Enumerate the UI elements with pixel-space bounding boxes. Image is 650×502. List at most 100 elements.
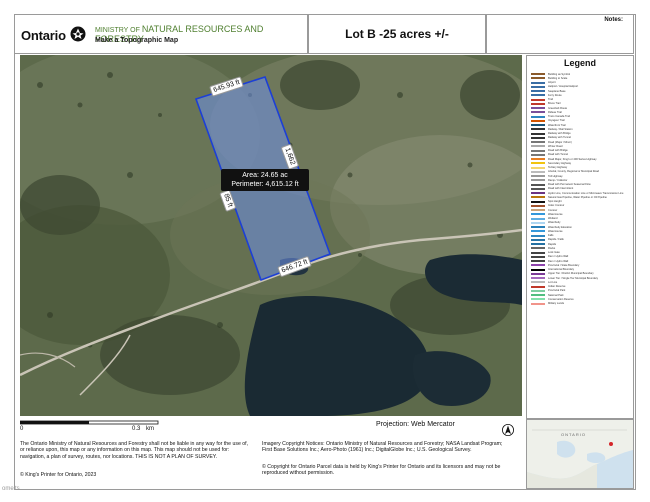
legend-item-label: Road with Intermittent — [548, 187, 574, 191]
legend-panel: Legend Building as Symbol Building to Sca… — [526, 55, 634, 419]
north-arrow-icon — [502, 424, 514, 436]
legend-symbol-icon — [531, 158, 545, 161]
legend-item-label: Lock Gate — [548, 251, 560, 255]
legend-symbol-icon — [531, 226, 545, 229]
legend-item-label: Watercourse — [548, 229, 563, 233]
legend-symbol-icon — [531, 73, 545, 76]
legend-item-label: International Boundary — [548, 268, 575, 272]
legend-symbol-icon — [531, 217, 545, 220]
legend-symbol-icon — [531, 285, 545, 288]
legend-item-label: Falls — [548, 234, 554, 238]
legend-item-label: Road with Permanent Seasonal Flow — [548, 183, 591, 187]
legend-item-label: Trail — [548, 98, 553, 102]
legend-symbol-icon — [531, 175, 545, 178]
legend-symbol-icon — [531, 268, 545, 271]
map-title-box: Lot B -25 acres +/- — [308, 14, 486, 54]
legend-symbol-icon — [531, 264, 545, 267]
legend-symbol-icon — [531, 115, 545, 118]
legend-item-label: Ferry Route — [548, 93, 562, 97]
legend-symbol-icon — [531, 153, 545, 156]
legend-symbol-icon — [531, 132, 545, 135]
legend-symbol-icon — [531, 183, 545, 186]
legend-symbol-icon — [531, 187, 545, 190]
legend-symbol-icon — [531, 77, 545, 80]
legend-item-label: Waterbody Elevation — [548, 225, 572, 229]
legend-item-label: Indian Reserve — [548, 285, 566, 289]
legend-symbol-icon — [531, 294, 545, 297]
legend-item-label: Rideau Trail — [548, 110, 562, 114]
aerial-imagery[interactable] — [20, 55, 522, 416]
projection-label: Projection: Web Mercator — [376, 421, 455, 428]
legend-item-label: Secondary Highway — [548, 161, 572, 165]
legend-symbol-icon — [531, 119, 545, 122]
inset-map-graphic — [527, 420, 633, 488]
legend-item-label: Voyageur Trail — [548, 119, 565, 123]
legend-item-label: Waterbody — [548, 221, 561, 225]
legend-item-label: Building to Scale — [548, 76, 568, 80]
legend-symbol-icon — [531, 141, 545, 144]
app-subtitle: Make a Topographic Map — [95, 37, 179, 44]
legend-item-label: Toll Highway — [548, 174, 563, 178]
legend-symbol-icon — [531, 251, 545, 254]
legend-item-label: Tertiary Highway — [548, 166, 568, 170]
legend-item-label: Trans Canada Trail — [548, 115, 570, 119]
legend-item-label: Index Contour — [548, 204, 565, 208]
legend-symbol-icon — [531, 289, 545, 292]
legend-item-label: Waterfront Trail — [548, 123, 566, 127]
legend-item-label: Dam / Hydro Wall — [548, 259, 569, 263]
legend-symbol-icon — [531, 302, 545, 305]
legend-item-label: Railway with Tunnel — [548, 136, 571, 140]
inset-label: ONTARIO — [561, 432, 586, 437]
legend-title: Legend — [563, 58, 596, 68]
legend-item-label: Conservation Reserve — [548, 297, 574, 301]
legend-symbol-icon — [531, 136, 545, 139]
header: Ontario MINISTRY OF NATURAL RESOURCES AN… — [14, 14, 634, 54]
legend-symbol-icon — [531, 196, 545, 199]
legend-item-label: Seaplane Base — [548, 89, 566, 93]
legend-item-label: Upper Tier / District Municipal Boundary — [548, 272, 594, 276]
parcel-copyright: © Copyright for Ontario Parcel data is h… — [262, 464, 501, 477]
legend-symbol-icon — [531, 124, 545, 127]
legend-item: Military Lands — [531, 302, 631, 306]
notes-box: Notes: — [486, 14, 634, 54]
legend-item-label: Arterial, County, Regional or Municipal … — [548, 170, 599, 174]
legend-symbol-icon — [531, 81, 545, 84]
legend-symbol-icon — [531, 145, 545, 148]
legend-symbol-icon — [531, 213, 545, 216]
legend-symbol-icon — [531, 162, 545, 165]
legend-symbol-icon — [531, 247, 545, 250]
legend-symbol-icon — [531, 209, 545, 212]
legend-item-label: Natural Gas Pipeline, Water Pipeline or … — [548, 195, 607, 199]
aerial-map[interactable]: 645.93 ft 1,662 85 ft 646.72 ft Area: 24… — [20, 55, 522, 416]
perimeter-readout: Perimeter: 4,615.12 ft — [231, 181, 299, 188]
legend-item-label: Airport — [548, 81, 556, 85]
legend-symbol-icon — [531, 170, 545, 173]
legend-item-label: Ramp / Collector — [548, 178, 568, 182]
legend-symbol-icon — [531, 90, 545, 93]
legend-item-label: Railway with Bridge — [548, 132, 571, 136]
legend-item-label: Road with Bridge — [548, 149, 568, 153]
legend-symbol-icon — [531, 243, 545, 246]
ministry-banner: Ontario MINISTRY OF NATURAL RESOURCES AN… — [14, 14, 308, 54]
legend-item-label: Spot Height — [548, 200, 562, 204]
scale-max: 0.3 — [132, 426, 141, 432]
legend-symbol-icon — [531, 192, 545, 195]
liability-disclaimer: The Ontario Ministry of Natural Resource… — [20, 441, 249, 460]
legend-symbol-icon — [531, 102, 545, 105]
legend-item-label: Rocks — [548, 246, 556, 250]
legend-symbol-icon — [531, 298, 545, 301]
legend-item-label: Dam / Hydro Wall — [548, 255, 569, 259]
legend-item-label: Provincial / State Boundary — [548, 263, 580, 267]
legend-list: Building as Symbol Building to Scale Airpo… — [531, 72, 631, 306]
legend-item-label: National Park — [548, 293, 564, 297]
scale-unit: km — [146, 426, 154, 432]
legend-item-label: Road Major, King's or 400 Series Highway — [548, 157, 597, 161]
legend-item-label: Greenbelt Route — [548, 106, 568, 110]
legend-item-label: Military Lands — [548, 302, 565, 306]
legend-item-label: Railway / Rail Station — [548, 127, 573, 131]
legend-symbol-icon — [531, 179, 545, 182]
legend-symbol-icon — [531, 166, 545, 169]
scale-zero: 0 — [20, 426, 24, 432]
legend-symbol-icon — [531, 98, 545, 101]
area-readout: Area: 24.65 ac — [242, 172, 288, 179]
